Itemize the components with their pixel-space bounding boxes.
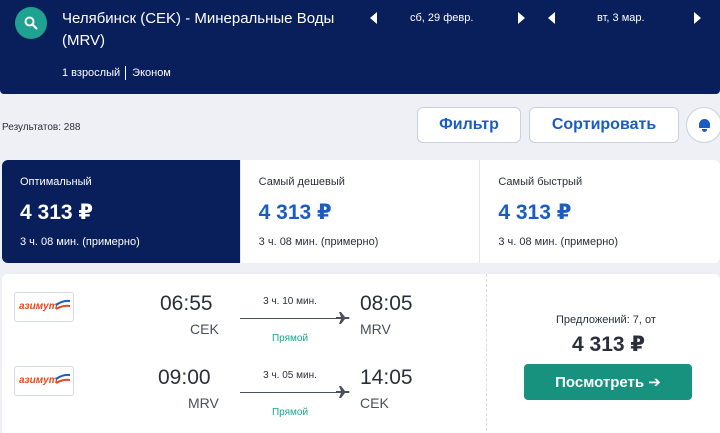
tab-label: Оптимальный — [20, 176, 92, 188]
route-line — [240, 318, 336, 319]
route-line — [240, 392, 336, 393]
prev-return-date-icon[interactable] — [547, 12, 557, 24]
tab-label: Самый быстрый — [498, 176, 583, 188]
direct-flight-label: Прямой — [271, 333, 309, 344]
price-alert-button[interactable] — [686, 107, 720, 143]
arrival-airport: CEK — [360, 395, 389, 411]
departure-time: 06:55 — [160, 292, 213, 315]
tab-optimal[interactable]: Оптимальный 4 313 ₽ 3 ч. 08 мин. (пример… — [2, 160, 241, 263]
result-price: 4 313 ₽ — [572, 333, 645, 356]
flight-result-card[interactable]: азимут 06:55 CEK 3 ч. 10 мин. Прямой 08:… — [2, 274, 720, 433]
departure-time: 09:00 — [158, 366, 211, 389]
tab-price: 4 313 ₽ — [20, 201, 93, 224]
sort-tabs: Оптимальный 4 313 ₽ 3 ч. 08 мин. (пример… — [2, 160, 720, 263]
plane-icon — [336, 386, 350, 398]
airline-swoosh-icon — [55, 373, 71, 384]
airline-logo: азимут — [14, 366, 74, 396]
tab-duration: 3 ч. 08 мин. (примерно) — [20, 236, 140, 248]
card-divider — [486, 274, 487, 433]
divider — [125, 66, 127, 80]
next-return-date-icon[interactable] — [692, 12, 702, 24]
flight-duration: 3 ч. 10 мин. — [263, 296, 317, 307]
flight-duration: 3 ч. 05 мин. — [263, 370, 317, 381]
direct-flight-label: Прямой — [271, 407, 309, 418]
search-header: Челябинск (CEK) - Минеральные Воды (MRV)… — [0, 0, 720, 94]
tab-price: 4 313 ₽ — [258, 201, 332, 224]
departure-airport: MRV — [188, 395, 219, 411]
cabin-class: Эконом — [132, 67, 171, 79]
airline-name: азимут — [19, 301, 58, 312]
arrival-time: 14:05 — [360, 366, 413, 389]
airline-swoosh-icon — [55, 299, 71, 310]
depart-date[interactable]: сб, 29 февр. — [410, 12, 473, 24]
offers-count: Предложений: 7, от — [556, 314, 656, 326]
prev-depart-date-icon[interactable] — [369, 12, 379, 24]
search-button[interactable] — [15, 7, 47, 39]
airline-logo: азимут — [14, 292, 74, 322]
tab-label: Самый дешевый — [258, 176, 345, 188]
tab-price: 4 313 ₽ — [498, 201, 572, 224]
plane-icon — [336, 312, 350, 324]
passenger-summary[interactable]: 1 взрослый Эконом — [62, 66, 171, 80]
filter-button[interactable]: Фильтр — [417, 107, 521, 143]
tab-duration: 3 ч. 08 мин. (примерно) — [498, 236, 619, 248]
return-date[interactable]: вт, 3 мар. — [597, 12, 645, 24]
next-depart-date-icon[interactable] — [516, 12, 526, 24]
passengers-count: 1 взрослый — [62, 67, 121, 79]
view-offer-button[interactable]: Посмотреть ➔ — [524, 364, 692, 400]
departure-airport: CEK — [190, 321, 219, 337]
airline-name: азимут — [19, 375, 58, 386]
tab-cheapest[interactable]: Самый дешевый 4 313 ₽ 3 ч. 08 мин. (прим… — [241, 160, 481, 263]
search-icon — [24, 16, 38, 30]
arrival-time: 08:05 — [360, 292, 413, 315]
arrival-airport: MRV — [360, 321, 391, 337]
route-title[interactable]: Челябинск (CEK) - Минеральные Воды (MRV) — [62, 8, 362, 52]
results-count: Результатов: 288 — [2, 122, 81, 133]
tab-fastest[interactable]: Самый быстрый 4 313 ₽ 3 ч. 08 мин. (прим… — [480, 160, 720, 263]
sort-button[interactable]: Сортировать — [529, 107, 679, 143]
tab-duration: 3 ч. 08 мин. (примерно) — [258, 236, 379, 248]
